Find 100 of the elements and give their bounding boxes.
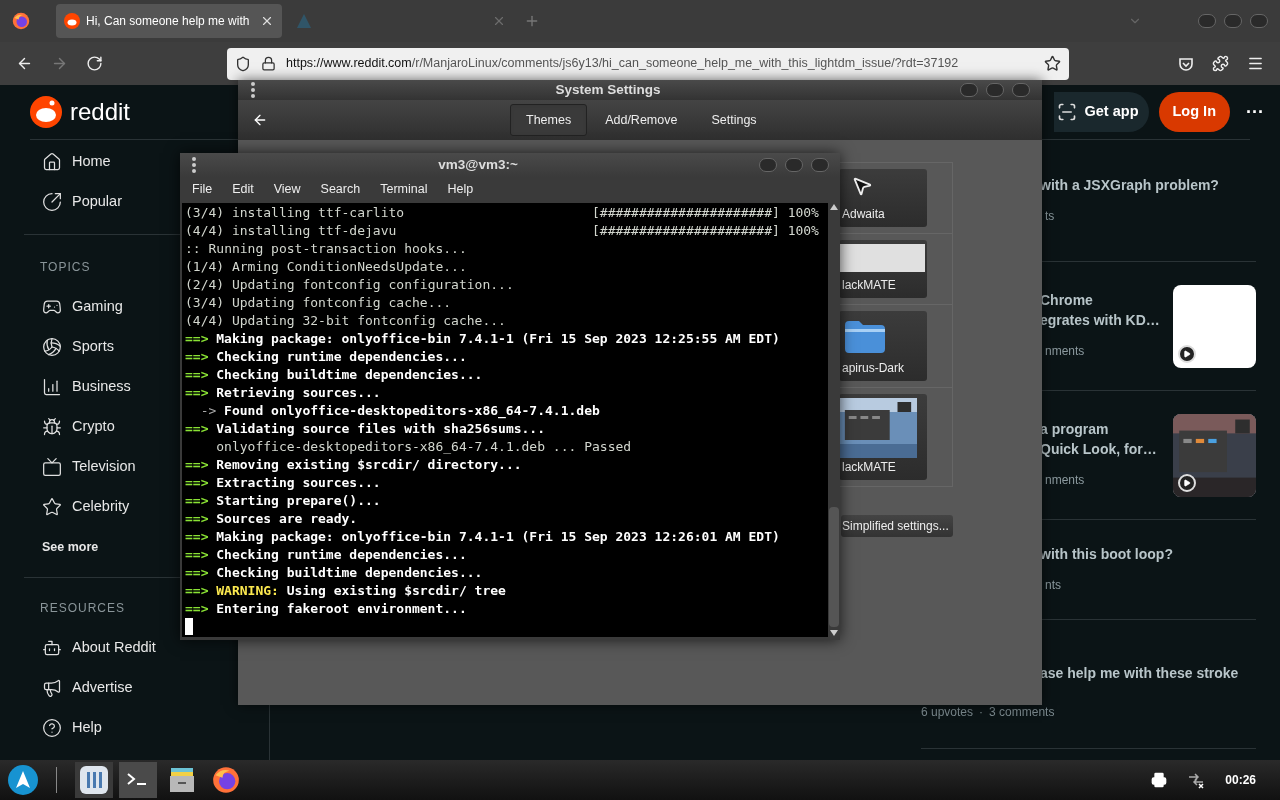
theme-card[interactable]: apirus-Dark	[839, 311, 927, 381]
tab-title: Hi, Can someone help me with	[86, 13, 251, 30]
lock-icon[interactable]	[261, 56, 276, 71]
taskbar-app[interactable]	[119, 762, 157, 798]
window-control-button[interactable]	[1198, 14, 1216, 28]
sidebar-item[interactable]: Television	[42, 447, 136, 487]
qr-code-icon	[1056, 102, 1077, 122]
settings-tab[interactable]: Add/Remove	[589, 104, 694, 136]
arch-logo-icon[interactable]	[8, 765, 38, 795]
terminal-line: Checking buildtime dependencies...	[216, 366, 483, 384]
get-app-button[interactable]: Get app	[1053, 92, 1149, 132]
network-disconnected-icon[interactable]	[1187, 771, 1206, 789]
terminal-line: (3/4) installing ttf-carlito	[185, 204, 406, 222]
sidebar-item[interactable]: Sports	[42, 327, 114, 367]
settings-tab[interactable]: Settings	[695, 104, 773, 136]
help-icon	[42, 718, 62, 738]
prompt-arrow: ==>	[185, 456, 209, 474]
window-title: System Settings	[554, 80, 662, 99]
printer-icon[interactable]	[1151, 772, 1168, 788]
scroll-thumb[interactable]	[829, 507, 839, 627]
post-title[interactable]: egrates with KD…	[1040, 310, 1173, 330]
menu-item[interactable]: Help	[437, 179, 484, 199]
post-thumbnail[interactable]	[1173, 284, 1256, 368]
browser-tab[interactable]: Hi, Can someone help me with	[56, 4, 282, 38]
close-icon[interactable]	[260, 14, 274, 28]
sidebar-item[interactable]: Gaming	[42, 287, 123, 327]
sidebar-item[interactable]: Home	[42, 142, 111, 182]
window-control-button[interactable]	[785, 158, 803, 172]
sidebar-item[interactable]: About Reddit	[42, 628, 156, 668]
prompt-arrow: ==>	[185, 582, 209, 600]
scroll-down-icon[interactable]	[830, 630, 838, 636]
prompt-arrow: ==>	[185, 474, 209, 492]
settings-tab[interactable]: Themes	[510, 104, 588, 136]
window-control-button[interactable]	[1224, 14, 1242, 28]
sidebar-item[interactable]: Help	[42, 708, 102, 748]
window-control-button[interactable]	[960, 83, 978, 97]
extensions-icon[interactable]	[1212, 55, 1229, 72]
terminal-line: Removing existing $srcdir/ directory...	[216, 456, 522, 474]
star-icon	[42, 497, 62, 517]
window-control-button[interactable]	[759, 158, 777, 172]
logo-text[interactable]: reddit	[70, 94, 131, 130]
shield-icon[interactable]	[235, 55, 251, 72]
post-meta: nments	[1045, 473, 1085, 487]
window-control-button[interactable]	[1012, 83, 1030, 97]
theme-card[interactable]: lackMATE	[839, 394, 927, 480]
menu-item[interactable]: File	[182, 179, 223, 199]
reload-icon[interactable]	[86, 55, 103, 72]
theme-card[interactable]: lackMATE	[839, 240, 927, 298]
logo-icon[interactable]	[30, 96, 62, 128]
menu-item[interactable]: Edit	[222, 179, 264, 199]
back-icon[interactable]	[16, 55, 33, 72]
post-meta: ts	[1045, 208, 1055, 223]
sidebar-item[interactable]: Popular	[42, 182, 122, 222]
window-control-button[interactable]	[1250, 14, 1268, 28]
see-more-link[interactable]: See more	[42, 537, 99, 557]
menu-item[interactable]: Terminal	[370, 179, 438, 199]
url-text: https://www.reddit.com/r/ManjaroLinux/comments/js6y13/hi_can_someone_help_me_with_this_lightdm_issue/?rdt=37192	[286, 55, 960, 73]
back-icon[interactable]	[252, 112, 268, 128]
tv-icon	[42, 457, 62, 477]
menu-item[interactable]: View	[263, 179, 311, 199]
menu-dots-icon[interactable]	[250, 81, 256, 99]
menu-item[interactable]: Search	[310, 179, 371, 199]
prompt-arrow: ==>	[185, 420, 209, 438]
prompt-arrow: ==>	[185, 546, 209, 564]
scroll-up-icon[interactable]	[830, 204, 838, 210]
bookmark-star-icon[interactable]	[1044, 55, 1061, 72]
more-button[interactable]: ···	[1246, 98, 1264, 126]
sidebar-item[interactable]: Celebrity	[42, 487, 130, 527]
section-heading: RESOURCES	[40, 600, 125, 617]
robot-head-icon	[42, 638, 62, 658]
scrollbar[interactable]	[828, 203, 840, 637]
taskbar-app[interactable]	[75, 762, 113, 798]
home-icon	[42, 152, 62, 172]
post-title[interactable]: Quick Look, for…	[1040, 439, 1173, 459]
menu-dots-icon[interactable]	[191, 156, 197, 174]
text-cursor	[185, 618, 193, 635]
login-button[interactable]: Log In	[1158, 92, 1230, 132]
folder-icon	[845, 321, 885, 353]
sidebar-item[interactable]: Crypto	[42, 407, 115, 447]
prompt-arrow: ==>	[185, 366, 209, 384]
terminal-line: Checking runtime dependencies...	[216, 546, 467, 564]
post-title[interactable]: Chrome	[1040, 290, 1173, 310]
window-control-button[interactable]	[986, 83, 1004, 97]
terminal-line: (1/4) Arming ConditionNeedsUpdate...	[185, 258, 468, 276]
menu-icon[interactable]	[1247, 55, 1264, 72]
simplified-settings-button[interactable]: Simplified settings...	[841, 515, 953, 537]
pocket-icon[interactable]	[1178, 55, 1194, 72]
play-icon[interactable]	[1178, 344, 1196, 363]
prompt-arrow: ==>	[185, 330, 209, 348]
sidebar-item[interactable]: Business	[42, 367, 131, 407]
firefox-icon[interactable]	[12, 12, 30, 30]
terminal-line: Starting prepare()...	[216, 492, 381, 510]
prompt-arrow: ->	[200, 402, 217, 420]
comment-count: 3 comments	[989, 704, 1055, 721]
site-icon	[64, 13, 80, 29]
sidebar-item[interactable]: Advertise	[42, 668, 133, 708]
window-control-button[interactable]	[811, 158, 829, 172]
terminal-line: Making package: onlyoffice-bin 7.4.1-1 (Fri 15 Sep 2023 12:26:01 AM EDT)	[216, 528, 780, 546]
address-bar[interactable]: https://www.reddit.com/r/ManjaroLinux/comments/js6y13/hi_can_someone_help_me_with_this_lightdm_issue/?rdt=37192	[227, 47, 1069, 80]
theme-card[interactable]: Adwaita	[839, 169, 927, 227]
